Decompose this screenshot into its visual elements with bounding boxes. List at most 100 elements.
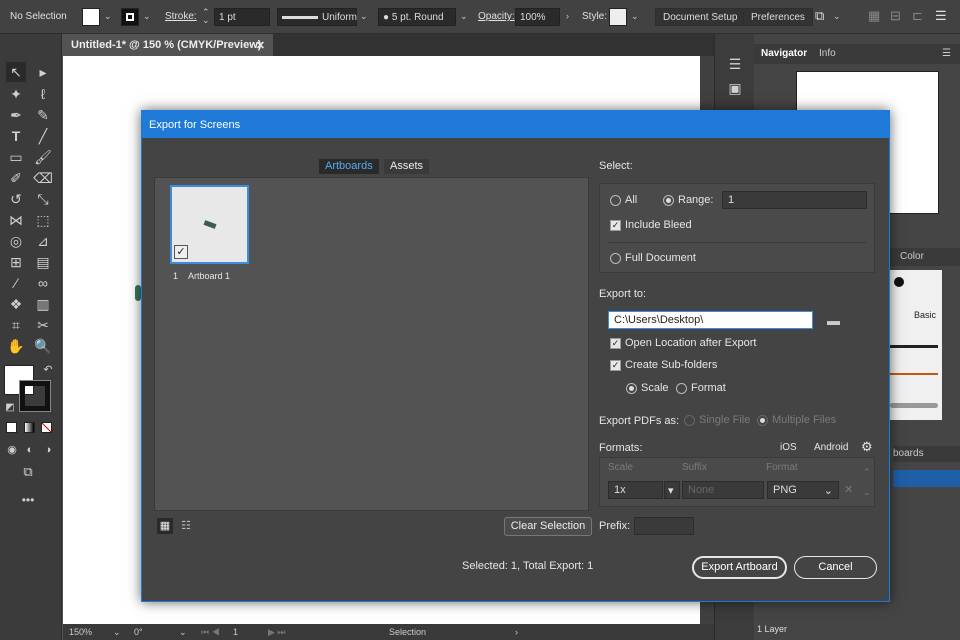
format-dropdown[interactable]: PNG ⌄ xyxy=(767,481,839,499)
chevron-down-icon[interactable]: ⌄ xyxy=(833,11,841,22)
properties-icon[interactable]: ☰ xyxy=(725,54,745,74)
brushes-list[interactable]: Basic xyxy=(886,270,942,420)
grid-view-icon[interactable]: ▦ xyxy=(157,518,173,534)
round-brush-icon[interactable] xyxy=(894,277,904,287)
draw-behind-icon[interactable]: ◐ xyxy=(20,440,40,460)
lasso-tool-icon[interactable]: ℓ xyxy=(33,84,53,104)
pathfinder-icon[interactable]: ⊏ xyxy=(912,8,923,24)
chevron-down-icon[interactable]: ⌄ xyxy=(631,11,639,22)
line-tool-icon[interactable]: ╱ xyxy=(33,126,53,146)
stroke-weight-dropdown[interactable]: 1 pt xyxy=(214,8,270,26)
free-transform-tool-icon[interactable]: ⬚ xyxy=(33,210,53,230)
format-radio[interactable] xyxy=(676,383,687,394)
mesh-tool-icon[interactable]: ⊞ xyxy=(6,252,26,272)
magic-wand-tool-icon[interactable]: ✦ xyxy=(6,84,26,104)
all-label[interactable]: All xyxy=(625,194,637,206)
stepper-icon[interactable]: ⌃ ⌄ xyxy=(202,8,210,25)
multiple-files-radio[interactable] xyxy=(757,415,768,426)
include-bleed-checkbox[interactable]: ✓ xyxy=(610,220,621,231)
artboard-thumbnail[interactable]: ✓ xyxy=(170,185,249,264)
opacity-label[interactable]: Opacity: xyxy=(478,11,515,22)
none-mode-icon[interactable] xyxy=(41,422,52,433)
swap-colors-icon[interactable]: ↶ xyxy=(38,360,58,380)
stroke-color-box[interactable] xyxy=(19,380,51,412)
stroke-label[interactable]: Stroke: xyxy=(165,11,197,22)
chevron-down-icon[interactable]: ⌄ xyxy=(113,627,121,638)
chevron-down-icon[interactable]: ⌄ xyxy=(179,627,187,638)
folder-icon[interactable]: ▬ xyxy=(827,313,840,328)
screen-mode-icon[interactable]: ⧉ xyxy=(18,462,38,482)
default-colors-icon[interactable]: ◩ xyxy=(0,398,20,418)
menu-icon[interactable]: ☰ xyxy=(942,48,951,59)
list-view-icon[interactable]: ☷ xyxy=(178,518,194,534)
zoom-level[interactable]: 150% xyxy=(69,627,92,637)
create-subfolders-checkbox[interactable]: ✓ xyxy=(610,360,621,371)
menu-icon[interactable]: ☰ xyxy=(935,8,947,24)
create-subfolders-label[interactable]: Create Sub-folders xyxy=(625,359,717,371)
prefix-input[interactable] xyxy=(634,517,694,535)
tab-artboards[interactable]: Artboards xyxy=(319,159,379,174)
artboard-number[interactable]: 1 xyxy=(233,627,238,637)
full-document-radio[interactable] xyxy=(610,253,621,264)
rotation-value[interactable]: 0° xyxy=(134,627,143,637)
color-mode-icon[interactable] xyxy=(6,422,17,433)
remove-format-icon[interactable]: ✕ xyxy=(844,483,853,496)
hand-tool-icon[interactable]: ✋ xyxy=(6,336,26,356)
paintbrush-tool-icon[interactable]: 🖌 xyxy=(33,147,53,167)
gear-icon[interactable]: ⚙ xyxy=(861,439,873,455)
perspective-grid-tool-icon[interactable]: ⊿ xyxy=(33,231,53,251)
eraser-tool-icon[interactable]: ⌫ xyxy=(33,168,53,188)
chevron-down-icon[interactable]: ⌄ xyxy=(104,11,112,22)
cancel-button[interactable]: Cancel xyxy=(794,556,877,579)
paint-brush-icon[interactable] xyxy=(890,403,938,408)
shape-builder-tool-icon[interactable]: ◎ xyxy=(6,231,26,251)
style-swatch[interactable] xyxy=(609,8,627,26)
clear-selection-button[interactable]: Clear Selection xyxy=(504,517,592,536)
fill-swatch[interactable] xyxy=(82,8,100,26)
stroke-swatch[interactable] xyxy=(121,8,139,26)
full-document-label[interactable]: Full Document xyxy=(625,252,696,264)
scale-dropdown[interactable]: 1x xyxy=(608,481,663,499)
eyedropper-tool-icon[interactable]: ⁄ xyxy=(6,273,26,293)
format-label[interactable]: Format xyxy=(691,382,726,394)
arrow-brush-icon[interactable] xyxy=(890,373,938,375)
ios-preset[interactable]: iOS xyxy=(780,442,797,453)
curvature-tool-icon[interactable]: ✎ xyxy=(33,105,53,125)
tab-color[interactable]: Color xyxy=(900,251,924,262)
open-location-label[interactable]: Open Location after Export xyxy=(625,337,756,349)
selection-tool-icon[interactable]: ↖ xyxy=(6,62,26,82)
multiple-files-label[interactable]: Multiple Files xyxy=(772,414,836,426)
scale-radio[interactable] xyxy=(626,383,637,394)
tab-navigator[interactable]: Navigator xyxy=(761,48,807,59)
blend-tool-icon[interactable]: ∞ xyxy=(33,273,53,293)
type-tool-icon[interactable]: T xyxy=(6,126,26,146)
zoom-tool-icon[interactable]: 🔍 xyxy=(33,336,53,356)
chevron-right-icon[interactable]: › xyxy=(515,627,518,637)
pen-tool-icon[interactable]: ✒ xyxy=(6,105,26,125)
export-artboard-button[interactable]: Export Artboard xyxy=(692,556,787,579)
scale-label[interactable]: Scale xyxy=(641,382,669,394)
draw-inside-icon[interactable]: ◑ xyxy=(38,440,58,460)
chevron-down-icon[interactable]: ⌄ xyxy=(143,11,151,22)
width-tool-icon[interactable]: ⋈ xyxy=(6,210,26,230)
chevron-down-icon[interactable]: ⌄ xyxy=(360,11,368,22)
chevron-right-icon[interactable]: › xyxy=(566,11,569,21)
opacity-input[interactable]: 100% xyxy=(515,8,560,26)
export-path-input[interactable]: C:\Users\Desktop\ xyxy=(608,311,813,329)
document-tab[interactable]: Untitled-1* @ 150 % (CMYK/Preview) ✕ xyxy=(63,34,273,56)
checkmark-icon[interactable]: ✓ xyxy=(174,245,188,259)
gradient-mode-icon[interactable] xyxy=(24,422,35,433)
graph-tool-icon[interactable]: ▥ xyxy=(33,294,53,314)
gradient-tool-icon[interactable]: ▤ xyxy=(33,252,53,272)
single-file-radio[interactable] xyxy=(684,415,695,426)
chevron-down-icon[interactable]: ▾ xyxy=(664,481,680,499)
range-input[interactable]: 1 xyxy=(722,191,867,209)
tab-assets[interactable]: Assets xyxy=(384,159,430,174)
symbol-sprayer-tool-icon[interactable]: ❖ xyxy=(6,294,26,314)
include-bleed-label[interactable]: Include Bleed xyxy=(625,219,692,231)
scroll-arrows-icon[interactable]: ⌃ ⌄ xyxy=(863,467,871,497)
chevron-down-icon[interactable]: ⌄ xyxy=(460,11,468,22)
android-preset[interactable]: Android xyxy=(814,442,848,453)
direct-selection-tool-icon[interactable]: ▸ xyxy=(33,62,53,82)
artboard-row[interactable] xyxy=(893,470,960,487)
